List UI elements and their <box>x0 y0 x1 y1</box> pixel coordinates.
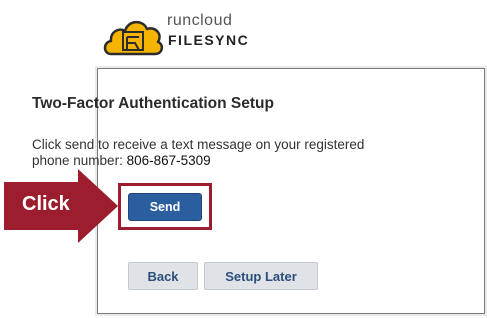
click-callout-label: Click <box>22 193 70 215</box>
logo-product-text: FILESYNC <box>168 32 250 48</box>
logo-brand-text: runcloud <box>167 12 233 29</box>
back-button[interactable]: Back <box>128 262 198 290</box>
dialog-body: Click send to receive a text message on … <box>32 137 372 169</box>
cloud-logo-icon <box>103 20 164 56</box>
phone-number: 806-867-5309 <box>126 153 211 168</box>
send-button[interactable]: Send <box>128 193 202 221</box>
logo: runcloud FILESYNC <box>101 8 291 60</box>
setup-later-button[interactable]: Setup Later <box>204 262 318 290</box>
dialog-title: Two-Factor Authentication Setup <box>32 95 274 112</box>
